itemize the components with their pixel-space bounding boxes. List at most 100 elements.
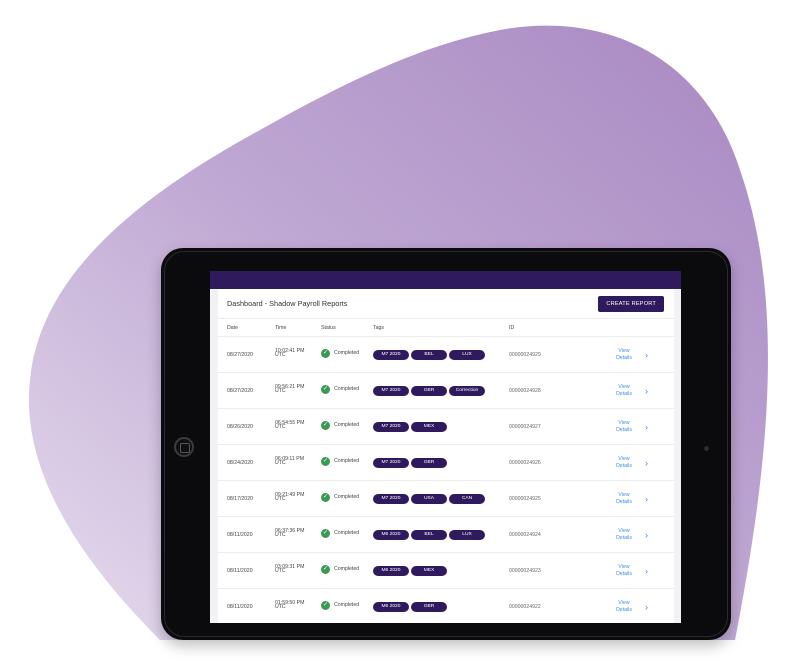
chevron-right-icon[interactable]: › [639, 530, 654, 540]
view-details-link[interactable]: View Details [609, 600, 639, 614]
row-time: 10:02:41 PM UTC [266, 348, 321, 358]
view-link-line1[interactable]: View [609, 384, 639, 391]
row-id: 00000024926 [509, 459, 541, 466]
view-details-link[interactable]: View Details [609, 492, 639, 506]
create-report-button[interactable]: CREATE REPORT [598, 295, 664, 312]
view-link-line2[interactable]: Details [609, 571, 639, 578]
tag-chip: M7 2020 [373, 457, 409, 468]
view-details-link[interactable]: View Details [609, 420, 639, 434]
row-time: 06:37:36 PM UTC [266, 528, 321, 538]
row-id: 00000024923 [509, 567, 541, 574]
view-link-line1[interactable]: View [609, 528, 639, 535]
view-link-line1[interactable]: View [609, 492, 639, 499]
chevron-right-icon[interactable]: › [639, 350, 654, 360]
table-row[interactable]: 08/26/2020 06:54:55 PM UTC ✓ Completed M… [218, 409, 674, 445]
row-time: 06:09:11 PM UTC [266, 456, 321, 466]
tag-chip: CAN [449, 493, 485, 504]
row-time: 09:56:21 PM UTC [266, 384, 321, 394]
table-row[interactable]: 08/24/2020 06:09:11 PM UTC ✓ Completed M… [218, 445, 674, 481]
row-status-label: Completed [334, 530, 360, 536]
row-tags: M7 2020 MEX [373, 421, 509, 432]
view-link-line2[interactable]: Details [609, 607, 639, 614]
view-details-link[interactable]: View Details [609, 528, 639, 542]
row-tags: M7 2020 USA CAN [373, 493, 509, 504]
view-link-line1[interactable]: View [609, 456, 639, 463]
column-tags: Tags [373, 324, 384, 331]
row-id: 00000024924 [509, 531, 541, 538]
row-status: ✓ Completed [321, 456, 373, 466]
row-status: ✓ Completed [321, 492, 373, 502]
table-row[interactable]: 08/11/2020 01:59:50 PM UTC ✓ Completed M… [218, 589, 674, 623]
tag-chip: LUX [449, 529, 485, 540]
view-details-link[interactable]: View Details [609, 384, 639, 398]
row-status-label: Completed [334, 602, 360, 608]
view-details-link[interactable]: View Details [609, 564, 639, 578]
tag-chip: GBR [411, 385, 447, 396]
row-date: 08/26/2020 [227, 423, 253, 430]
row-status-label: Completed [334, 458, 360, 464]
row-tags: M7 2020 BEL LUX [373, 349, 509, 360]
row-date: 08/27/2020 [227, 387, 253, 394]
tag-chip: MEX [411, 421, 447, 432]
check-circle-icon: ✓ [321, 420, 330, 430]
row-id: 00000024927 [509, 423, 541, 430]
row-date: 08/11/2020 [227, 531, 253, 538]
row-id: 00000024928 [509, 387, 541, 394]
tag-chip: USA [411, 493, 447, 504]
row-status-label: Completed [334, 350, 360, 356]
view-link-line1[interactable]: View [609, 420, 639, 427]
row-status-label: Completed [334, 386, 360, 392]
table-row[interactable]: 08/11/2020 03:09:31 PM UTC ✓ Completed M… [218, 553, 674, 589]
view-link-line2[interactable]: Details [609, 427, 639, 434]
tag-chip: M6 2020 [373, 565, 409, 576]
row-date: 08/27/2020 [227, 351, 253, 358]
row-tags: M6 2020 GBR [373, 601, 509, 612]
table-row[interactable]: 08/27/2020 09:56:21 PM UTC ✓ Completed M… [218, 373, 674, 409]
column-time: Time [275, 324, 287, 331]
chevron-right-icon[interactable]: › [639, 386, 654, 396]
view-link-line2[interactable]: Details [609, 535, 639, 542]
view-link-line1[interactable]: View [609, 348, 639, 355]
row-tags: M7 2020 GBR [373, 457, 509, 468]
column-date: Date [227, 324, 238, 331]
view-link-line1[interactable]: View [609, 564, 639, 571]
table-row[interactable]: 08/11/2020 06:37:36 PM UTC ✓ Completed M… [218, 517, 674, 553]
camera-icon [704, 446, 709, 451]
view-details-link[interactable]: View Details [609, 348, 639, 362]
check-circle-icon: ✓ [321, 492, 330, 502]
row-status-label: Completed [334, 422, 360, 428]
row-status: ✓ Completed [321, 600, 373, 610]
home-button-icon[interactable] [174, 437, 194, 457]
tag-chip: Correction [449, 385, 485, 396]
chevron-right-icon[interactable]: › [639, 566, 654, 576]
row-time: 06:54:55 PM UTC [266, 420, 321, 430]
row-tags: M6 2020 BEL LUX [373, 529, 509, 540]
chevron-right-icon[interactable]: › [639, 422, 654, 432]
tag-chip: M7 2020 [373, 349, 409, 360]
view-link-line2[interactable]: Details [609, 355, 639, 362]
view-link-line2[interactable]: Details [609, 463, 639, 470]
view-details-link[interactable]: View Details [609, 456, 639, 470]
view-link-line1[interactable]: View [609, 600, 639, 607]
card-header: Dashboard - Shadow Payroll Reports CREAT… [218, 289, 674, 319]
chevron-right-icon[interactable]: › [639, 602, 654, 612]
check-circle-icon: ✓ [321, 348, 330, 358]
table-row[interactable]: 08/27/2020 10:02:41 PM UTC ✓ Completed M… [218, 337, 674, 373]
table-header: Date Time Status Tags ID [218, 319, 674, 337]
view-link-line2[interactable]: Details [609, 391, 639, 398]
row-time: 09:21:49 PM UTC [266, 492, 321, 502]
table-row[interactable]: 08/17/2020 09:21:49 PM UTC ✓ Completed M… [218, 481, 674, 517]
row-status-label: Completed [334, 566, 360, 572]
tag-chip: BEL [411, 349, 447, 360]
row-date: 08/11/2020 [227, 603, 253, 610]
view-link-line2[interactable]: Details [609, 499, 639, 506]
row-tags: M6 2020 MEX [373, 565, 509, 576]
reports-card: Dashboard - Shadow Payroll Reports CREAT… [218, 289, 674, 623]
tablet-screen: Dashboard - Shadow Payroll Reports CREAT… [210, 271, 681, 623]
row-status: ✓ Completed [321, 528, 373, 538]
chevron-right-icon[interactable]: › [639, 494, 654, 504]
report-table-body: 08/27/2020 10:02:41 PM UTC ✓ Completed M… [218, 337, 674, 623]
tag-chip: M6 2020 [373, 601, 409, 612]
chevron-right-icon[interactable]: › [639, 458, 654, 468]
tag-chip: LUX [449, 349, 485, 360]
